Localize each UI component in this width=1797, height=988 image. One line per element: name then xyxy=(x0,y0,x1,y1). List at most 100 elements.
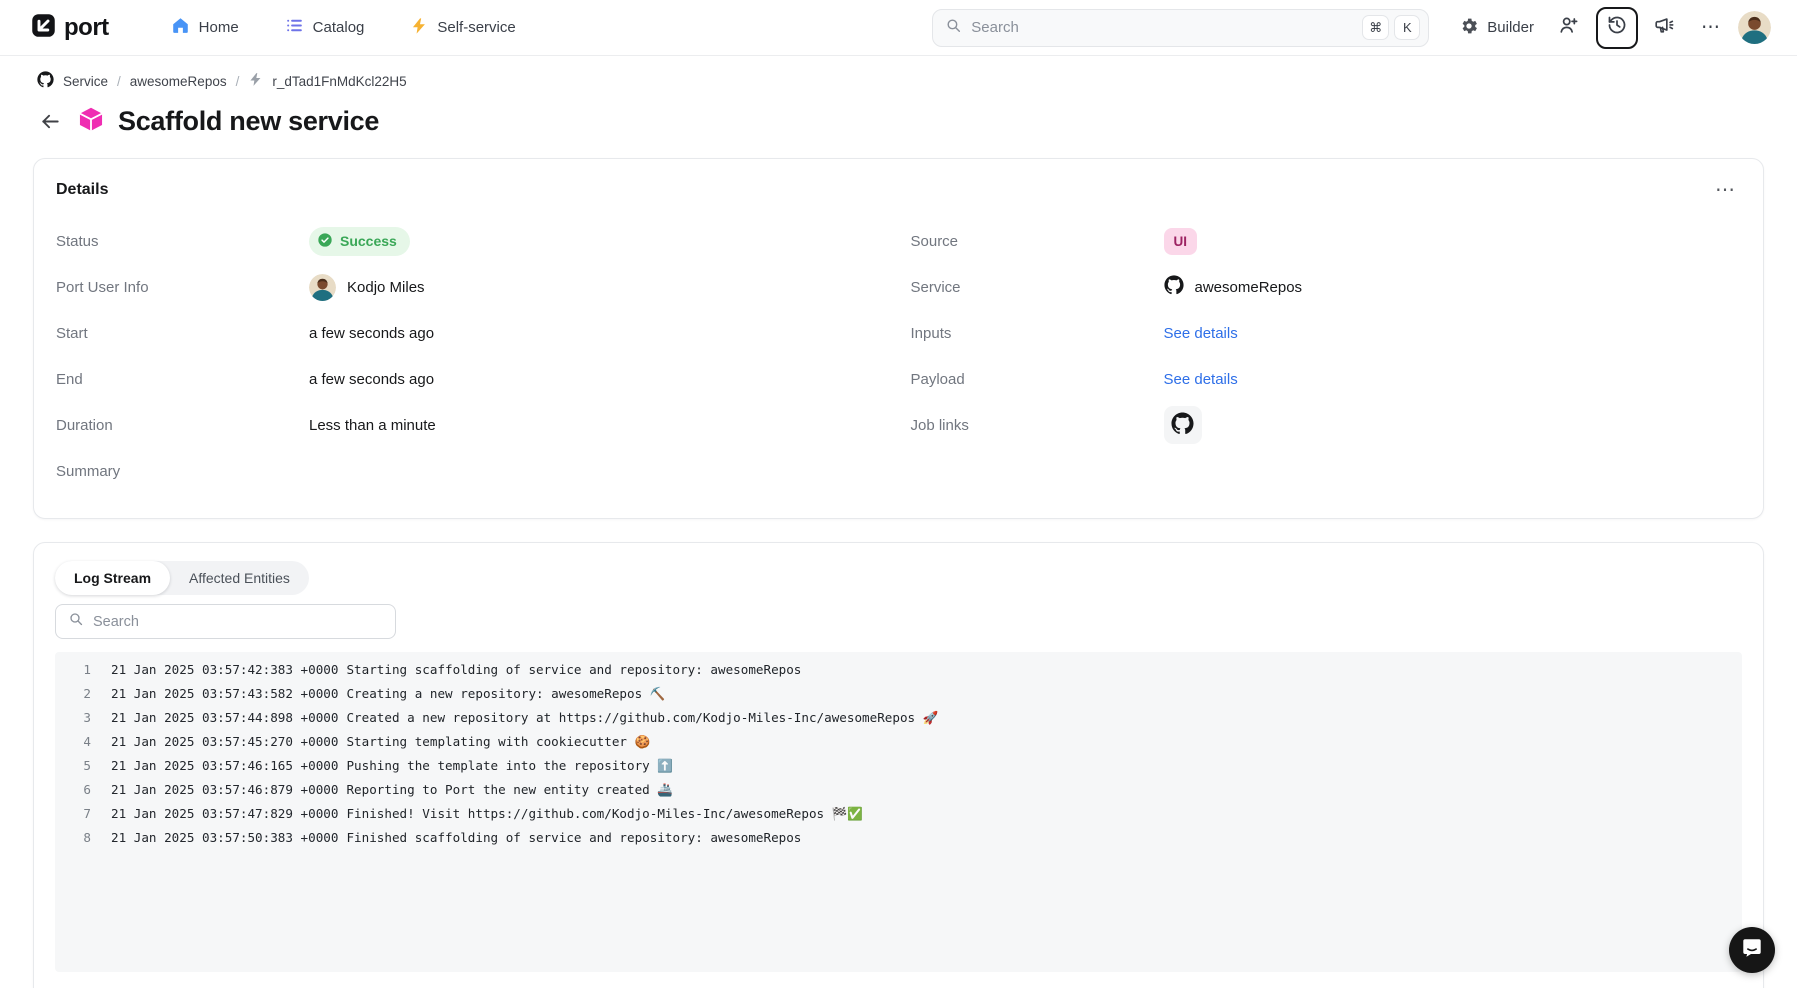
builder-label: Builder xyxy=(1487,19,1534,36)
gear-icon xyxy=(1459,16,1479,40)
search-icon xyxy=(945,17,962,39)
tab-affected-entities[interactable]: Affected Entities xyxy=(170,561,309,595)
detail-label: Service xyxy=(911,279,1164,296)
port-logo[interactable]: port xyxy=(30,12,109,44)
invite-user-button[interactable] xyxy=(1550,9,1588,47)
log-line-number: 7 xyxy=(69,806,91,821)
log-line: 2 21 Jan 2025 03:57:43:582 +0000 Creatin… xyxy=(69,686,1742,710)
detail-value xyxy=(1164,406,1202,444)
details-more-button[interactable]: ⋯ xyxy=(1709,178,1741,202)
app-screen: port Home Catalog Self-service xyxy=(0,0,1797,988)
history-icon xyxy=(1606,14,1628,41)
page-title: Scaffold new service xyxy=(118,106,379,137)
top-navbar: port Home Catalog Self-service xyxy=(0,0,1797,56)
job-link-github-button[interactable] xyxy=(1164,406,1202,444)
log-line-number: 6 xyxy=(69,782,91,797)
log-line: 8 21 Jan 2025 03:57:50:383 +0000 Finishe… xyxy=(69,830,1742,854)
details-right-column: Source UI Service awesomeRepos Inpu xyxy=(911,218,1742,494)
catalog-icon xyxy=(285,16,304,39)
log-line-number: 1 xyxy=(69,662,91,677)
nav-item-self-service[interactable]: Self-service xyxy=(410,17,515,39)
log-timestamp: 21 Jan 2025 03:57:45:270 +0000 xyxy=(111,734,338,749)
detail-row-inputs: Inputs See details xyxy=(911,310,1742,356)
log-timestamp: 21 Jan 2025 03:57:50:383 +0000 xyxy=(111,830,338,845)
detail-label: Payload xyxy=(911,371,1164,388)
log-timestamp: 21 Jan 2025 03:57:47:829 +0000 xyxy=(111,806,338,821)
more-options-button[interactable]: ⋯ xyxy=(1692,9,1730,47)
detail-label: Start xyxy=(56,325,309,342)
back-button[interactable] xyxy=(36,108,64,136)
log-message: Pushing the template into the repository… xyxy=(346,758,673,774)
log-line-number: 5 xyxy=(69,758,91,773)
log-timestamp: 21 Jan 2025 03:57:42:383 +0000 xyxy=(111,662,338,677)
detail-value: See details xyxy=(1164,371,1238,388)
log-timestamp: 21 Jan 2025 03:57:44:898 +0000 xyxy=(111,710,338,725)
breadcrumb-item-service[interactable]: Service xyxy=(63,74,108,89)
log-search-input[interactable] xyxy=(93,614,383,630)
github-icon xyxy=(1164,275,1184,299)
log-message: Created a new repository at https://gith… xyxy=(346,710,938,726)
log-message: Finished scaffolding of service and repo… xyxy=(346,830,801,845)
nav-item-home[interactable]: Home xyxy=(171,16,239,39)
nav-item-catalog[interactable]: Catalog xyxy=(285,16,365,39)
check-circle-icon xyxy=(317,232,333,251)
breadcrumb-item-run-id[interactable]: r_dTad1FnMdKcl22H5 xyxy=(272,74,406,89)
detail-row-start: Start a few seconds ago xyxy=(56,310,887,356)
nav-item-label: Self-service xyxy=(437,19,515,36)
log-timestamp: 21 Jan 2025 03:57:43:582 +0000 xyxy=(111,686,338,701)
chat-launcher-button[interactable] xyxy=(1729,927,1775,973)
log-timestamp: 21 Jan 2025 03:57:46:165 +0000 xyxy=(111,758,338,773)
github-icon xyxy=(1171,412,1194,439)
detail-label: Job links xyxy=(911,417,1164,434)
chat-bubble-icon xyxy=(1741,937,1763,964)
detail-row-status: Status Success xyxy=(56,218,887,264)
action-cube-icon xyxy=(78,106,104,137)
detail-value: UI xyxy=(1164,228,1198,255)
detail-value: a few seconds ago xyxy=(309,371,434,388)
detail-value: a few seconds ago xyxy=(309,325,434,342)
announcements-button[interactable] xyxy=(1646,9,1684,47)
log-card: Log Stream Affected Entities 1 21 Jan 20… xyxy=(33,542,1764,988)
breadcrumb-item-awesomerepos[interactable]: awesomeRepos xyxy=(130,74,227,89)
detail-label: Inputs xyxy=(911,325,1164,342)
tab-log-stream[interactable]: Log Stream xyxy=(55,561,170,595)
status-text: Success xyxy=(340,233,397,249)
log-line-number: 2 xyxy=(69,686,91,701)
person-add-icon xyxy=(1558,14,1580,41)
log-line-number: 3 xyxy=(69,710,91,725)
run-lightning-icon xyxy=(248,72,263,90)
home-icon xyxy=(171,16,190,39)
nav-item-label: Home xyxy=(199,19,239,36)
detail-label: Duration xyxy=(56,417,309,434)
log-stream-output: 1 21 Jan 2025 03:57:42:383 +0000 Startin… xyxy=(55,652,1742,972)
log-line: 4 21 Jan 2025 03:57:45:270 +0000 Startin… xyxy=(69,734,1742,758)
run-history-button[interactable] xyxy=(1596,7,1638,49)
log-line-number: 8 xyxy=(69,830,91,845)
user-avatar[interactable] xyxy=(1738,11,1771,44)
global-search-input[interactable] xyxy=(971,19,1357,36)
source-badge: UI xyxy=(1164,228,1198,255)
details-grid: Status Success Port User Info xyxy=(56,218,1741,494)
detail-label: Source xyxy=(911,233,1164,250)
global-search[interactable]: ⌘ K xyxy=(932,9,1429,47)
builder-button[interactable]: Builder xyxy=(1451,10,1542,46)
detail-value: Kodjo Miles xyxy=(309,274,425,301)
detail-label: Summary xyxy=(56,463,309,480)
log-line: 3 21 Jan 2025 03:57:44:898 +0000 Created… xyxy=(69,710,1742,734)
payload-see-details-link[interactable]: See details xyxy=(1164,371,1238,388)
more-options-icon: ⋯ xyxy=(1701,18,1721,37)
log-message: Starting templating with cookiecutter 🍪 xyxy=(346,734,650,750)
detail-row-end: End a few seconds ago xyxy=(56,356,887,402)
detail-row-payload: Payload See details xyxy=(911,356,1742,402)
detail-row-job-links: Job links xyxy=(911,402,1742,448)
log-timestamp: 21 Jan 2025 03:57:46:879 +0000 xyxy=(111,782,338,797)
inputs-see-details-link[interactable]: See details xyxy=(1164,325,1238,342)
log-line: 7 21 Jan 2025 03:57:47:829 +0000 Finishe… xyxy=(69,806,1742,830)
log-line: 6 21 Jan 2025 03:57:46:879 +0000 Reporti… xyxy=(69,782,1742,806)
log-search[interactable] xyxy=(55,604,396,639)
breadcrumb-separator: / xyxy=(117,74,121,89)
log-message: Finished! Visit https://github.com/Kodjo… xyxy=(346,806,863,822)
detail-row-user: Port User Info Kodjo Miles xyxy=(56,264,887,310)
log-line: 1 21 Jan 2025 03:57:42:383 +0000 Startin… xyxy=(69,662,1742,686)
service-entity-link[interactable]: awesomeRepos xyxy=(1164,275,1303,299)
